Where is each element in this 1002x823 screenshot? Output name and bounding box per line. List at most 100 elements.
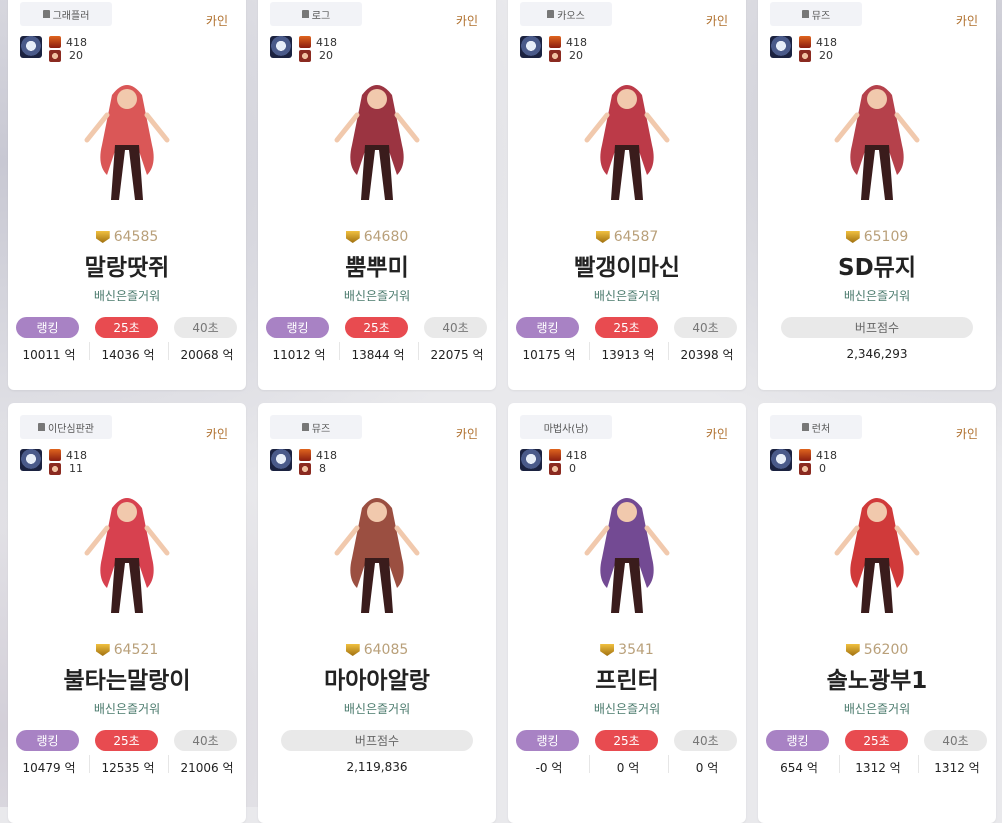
t25-badge[interactable]: 25초	[95, 317, 158, 338]
item-level-icon	[299, 449, 311, 461]
t25-badge[interactable]: 25초	[595, 730, 658, 751]
character-sprite	[334, 85, 420, 200]
guild-name[interactable]: 배신은즐거워	[8, 287, 246, 304]
character-name[interactable]: 뿜뿌미	[258, 248, 496, 282]
t25-badge[interactable]: 25초	[595, 317, 658, 338]
character-sprite	[84, 85, 170, 200]
fame-score: 64680	[258, 229, 496, 245]
item-level-icon	[299, 36, 311, 48]
character-name[interactable]: 마아아알랑	[258, 661, 496, 695]
fame-score: 64085	[258, 642, 496, 658]
t25-badge[interactable]: 25초	[845, 730, 908, 751]
character-name[interactable]: 불타는말랑이	[8, 661, 246, 695]
fame-medal-icon	[95, 231, 110, 243]
ranking-value: 10479 억	[22, 761, 76, 775]
ranking-value: 654 억	[780, 761, 818, 775]
job-tag: 그래플러	[20, 2, 112, 26]
character-sprite	[834, 85, 920, 200]
fame-medal-icon	[345, 231, 360, 243]
job-tag: 이단심판관	[20, 415, 112, 439]
ranking-badge[interactable]: 랭킹	[16, 730, 79, 751]
t40-badge[interactable]: 40초	[174, 730, 237, 751]
fame-score: 64521	[8, 642, 246, 658]
guild-name[interactable]: 배신은즐거워	[258, 287, 496, 304]
item-level: 418	[316, 36, 337, 49]
avatar-icon	[20, 36, 42, 58]
fame-medal-icon	[595, 231, 610, 243]
character-card[interactable]: 그래플러 카인 418 20 64585 말랑땃쥐 배신은즐거워 랭킹 25초 …	[8, 0, 246, 390]
t25-badge[interactable]: 25초	[95, 730, 158, 751]
ranking-value: 10175 억	[522, 348, 576, 362]
t25-value: 0 억	[616, 761, 640, 775]
t25-badge[interactable]: 25초	[345, 317, 408, 338]
set-count: 20	[819, 49, 833, 62]
character-card[interactable]: 카오스 카인 418 20 64587 빨갱이마신 배신은즐거워 랭킹 25초 …	[508, 0, 746, 390]
guild-name[interactable]: 배신은즐거워	[508, 700, 746, 717]
ranking-badge[interactable]: 랭킹	[516, 730, 579, 751]
guild-name[interactable]: 배신은즐거워	[258, 700, 496, 717]
t40-badge[interactable]: 40초	[174, 317, 237, 338]
t40-badge[interactable]: 40초	[674, 317, 737, 338]
guild-name[interactable]: 배신은즐거워	[758, 700, 996, 717]
buff-score-badge[interactable]: 버프점수	[281, 730, 473, 751]
creature-icon	[49, 463, 61, 475]
creature-icon	[549, 463, 561, 475]
fame-medal-icon	[600, 644, 615, 656]
t25-value: 1312 억	[855, 761, 901, 775]
fame-score: 64587	[508, 229, 746, 245]
guild-name[interactable]: 배신은즐거워	[508, 287, 746, 304]
server-label: 카인	[955, 427, 978, 441]
item-level: 418	[566, 36, 587, 49]
character-card[interactable]: 뮤즈 카인 418 20 65109 SD뮤지 배신은즐거워 버프점수 2,34…	[758, 0, 996, 390]
job-icon	[301, 423, 309, 431]
set-count: 20	[569, 49, 583, 62]
item-level: 418	[816, 36, 837, 49]
item-level: 418	[566, 449, 587, 462]
character-name[interactable]: SD뮤지	[758, 248, 996, 282]
set-count: 8	[319, 462, 326, 475]
creature-icon	[799, 50, 811, 62]
ranking-badge[interactable]: 랭킹	[516, 317, 579, 338]
t40-value: 20068 억	[180, 348, 234, 362]
server-label: 카인	[205, 427, 228, 441]
character-name[interactable]: 빨갱이마신	[508, 248, 746, 282]
item-level: 418	[66, 449, 87, 462]
t40-badge[interactable]: 40초	[924, 730, 987, 751]
t40-badge[interactable]: 40초	[424, 317, 487, 338]
fame-medal-icon	[95, 644, 110, 656]
character-name[interactable]: 말랑땃쥐	[8, 248, 246, 282]
job-tag: 마법사(남)	[520, 415, 612, 439]
ranking-value: 11012 억	[272, 348, 326, 362]
job-tag: 런처	[770, 415, 862, 439]
ranking-badge[interactable]: 랭킹	[266, 317, 329, 338]
server-label: 카인	[455, 427, 478, 441]
buff-score-value: 2,119,836	[346, 760, 408, 774]
creature-icon	[299, 463, 311, 475]
buff-score-value: 2,346,293	[846, 347, 908, 361]
buff-score-badge[interactable]: 버프점수	[781, 317, 973, 338]
character-sprite	[834, 498, 920, 613]
t40-badge[interactable]: 40초	[674, 730, 737, 751]
guild-name[interactable]: 배신은즐거워	[8, 700, 246, 717]
avatar-icon	[770, 36, 792, 58]
t25-value: 12535 억	[101, 761, 155, 775]
character-card[interactable]: 뮤즈 카인 418 8 64085 마아아알랑 배신은즐거워 버프점수 2,11…	[258, 403, 496, 823]
character-card[interactable]: 로그 카인 418 20 64680 뿜뿌미 배신은즐거워 랭킹 25초 40초…	[258, 0, 496, 390]
t25-value: 13844 억	[351, 348, 405, 362]
character-card[interactable]: 마법사(남) 카인 418 0 3541 프린터 배신은즐거워 랭킹 25초 4…	[508, 403, 746, 823]
item-level-icon	[49, 36, 61, 48]
fame-score: 64585	[8, 229, 246, 245]
ranking-badge[interactable]: 랭킹	[16, 317, 79, 338]
ranking-badge[interactable]: 랭킹	[766, 730, 829, 751]
creature-icon	[549, 50, 561, 62]
set-count: 0	[819, 462, 826, 475]
job-icon	[547, 10, 555, 18]
item-level-icon	[799, 449, 811, 461]
character-name[interactable]: 프린터	[508, 661, 746, 695]
set-count: 0	[569, 462, 576, 475]
character-card[interactable]: 이단심판관 카인 418 11 64521 불타는말랑이 배신은즐거워 랭킹 2…	[8, 403, 246, 823]
character-name[interactable]: 솔노광부1	[758, 661, 996, 695]
character-card[interactable]: 런처 카인 418 0 56200 솔노광부1 배신은즐거워 랭킹 25초 40…	[758, 403, 996, 823]
set-count: 20	[69, 49, 83, 62]
guild-name[interactable]: 배신은즐거워	[758, 287, 996, 304]
